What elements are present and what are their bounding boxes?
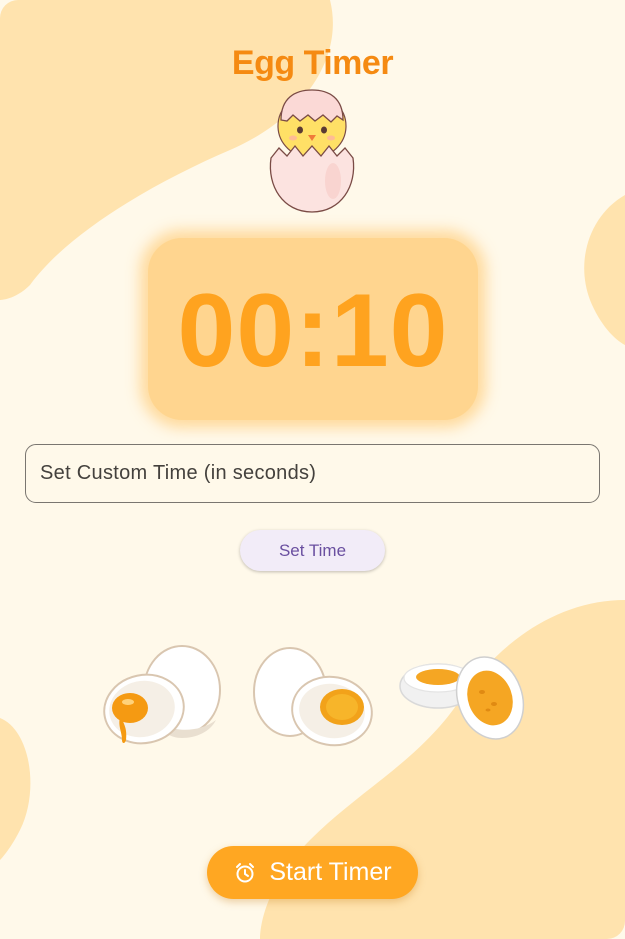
soft-boiled-egg-icon	[103, 645, 221, 745]
alarm-clock-icon	[233, 861, 257, 885]
hard-boiled-egg-icon	[399, 656, 525, 740]
hard-boiled-egg-option[interactable]	[398, 640, 528, 750]
app-page: Egg Timer 00:10 Set Time	[0, 0, 625, 939]
medium-boiled-egg-icon	[253, 647, 373, 747]
set-time-button[interactable]: Set Time	[240, 530, 385, 571]
hatching-chick-icon	[263, 86, 361, 218]
app-title: Egg Timer	[231, 44, 394, 82]
medium-boiled-egg-option[interactable]	[248, 640, 378, 750]
start-timer-label: Start Timer	[269, 858, 392, 886]
timer-card: 00:10	[148, 238, 478, 420]
timer-display: 00:10	[177, 273, 449, 389]
soft-boiled-egg-option[interactable]	[98, 640, 228, 750]
start-timer-button[interactable]: Start Timer	[207, 846, 418, 899]
custom-time-input[interactable]	[25, 444, 600, 503]
